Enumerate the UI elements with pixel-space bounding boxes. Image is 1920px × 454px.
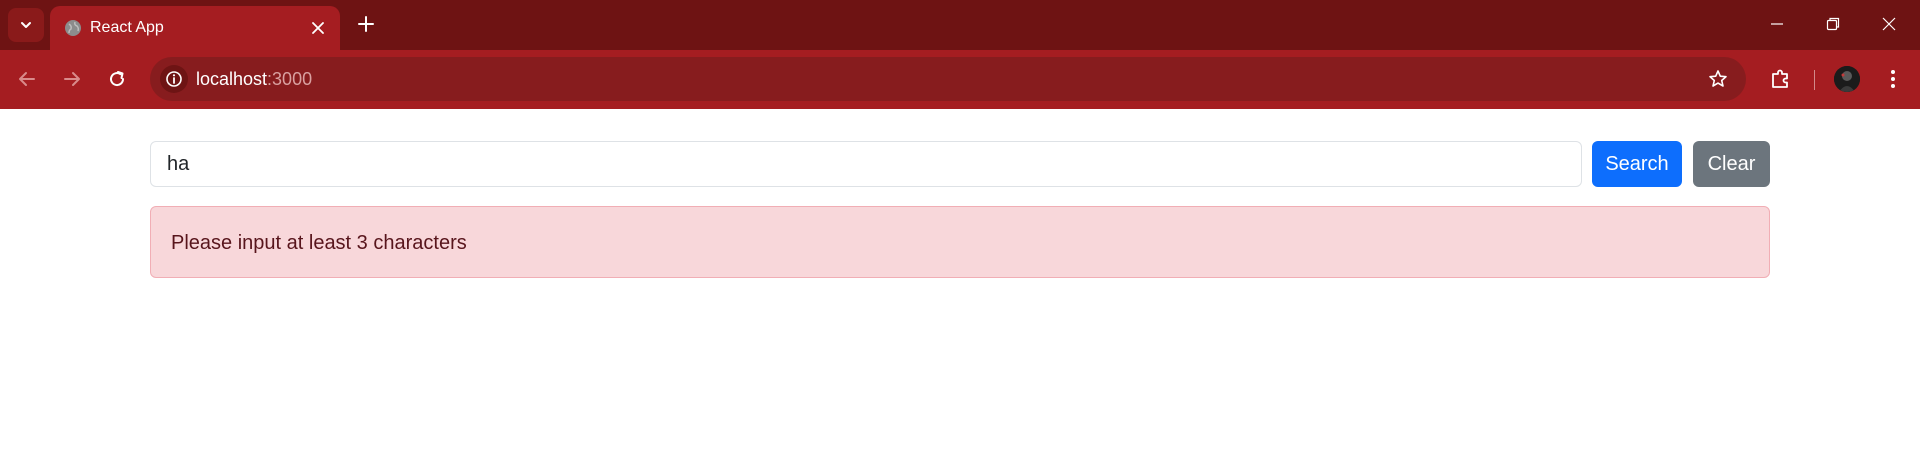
forward-button[interactable]: [57, 64, 87, 94]
tab-close-button[interactable]: [308, 18, 328, 38]
tab-title: React App: [90, 19, 164, 36]
star-icon: [1709, 70, 1727, 87]
profile-icon: [1834, 66, 1860, 92]
minimize-icon: [1771, 23, 1783, 25]
close-icon: [1882, 17, 1896, 31]
forward-arrow-icon: [64, 72, 80, 86]
clear-button[interactable]: Clear: [1693, 141, 1770, 187]
restore-button[interactable]: [1821, 12, 1845, 36]
avatar[interactable]: [1834, 66, 1860, 92]
new-tab-button[interactable]: [354, 12, 378, 36]
puzzle-icon: [1772, 69, 1788, 88]
browser-menu-button[interactable]: [1880, 66, 1906, 92]
info-icon: [166, 71, 182, 87]
bookmark-button[interactable]: [1706, 67, 1730, 91]
plus-icon: [358, 16, 374, 32]
toolbar-divider: [1814, 70, 1815, 90]
back-arrow-icon: [19, 72, 35, 86]
url-text: localhost:3000: [196, 68, 312, 90]
close-icon: [312, 22, 324, 34]
minimize-button[interactable]: [1765, 12, 1789, 36]
alert-message: Please input at least 3 characters: [171, 232, 467, 254]
url-host: localhost: [196, 69, 268, 89]
address-bar[interactable]: localhost:3000: [150, 57, 1746, 101]
tab-strip: React App: [0, 0, 1920, 50]
extensions-button[interactable]: [1768, 66, 1794, 92]
globe-icon: [65, 20, 81, 36]
active-tab[interactable]: React App: [50, 6, 340, 50]
restore-icon: [1826, 17, 1840, 31]
search-button[interactable]: Search: [1592, 141, 1682, 187]
reload-button[interactable]: [102, 64, 132, 94]
search-input[interactable]: [150, 141, 1582, 187]
url-port: :3000: [267, 69, 313, 89]
page-content: Search Clear Please input at least 3 cha…: [0, 109, 1920, 454]
tab-search-button[interactable]: [8, 8, 44, 42]
back-button[interactable]: [12, 64, 42, 94]
browser-toolbar: localhost:3000: [0, 50, 1920, 109]
site-info-button[interactable]: [160, 65, 188, 93]
kebab-menu-icon: [1891, 70, 1895, 88]
close-window-button[interactable]: [1877, 12, 1901, 36]
chevron-down-icon: [21, 22, 31, 28]
reload-icon: [110, 71, 125, 87]
validation-alert: Please input at least 3 characters: [150, 206, 1770, 278]
